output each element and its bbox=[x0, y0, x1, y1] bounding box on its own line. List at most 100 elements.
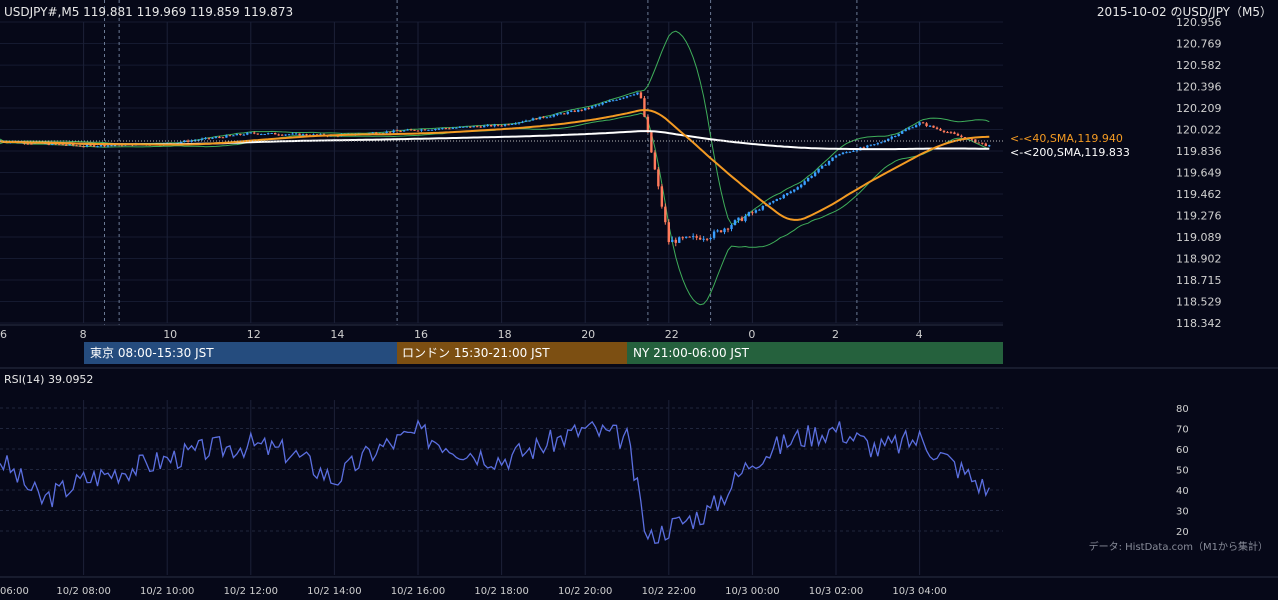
candle-body bbox=[984, 143, 987, 147]
candle-body bbox=[542, 116, 545, 118]
candle-body bbox=[653, 152, 657, 170]
candle-body bbox=[64, 144, 68, 146]
candle-body bbox=[786, 193, 789, 195]
candle-body bbox=[528, 120, 531, 122]
candle-body bbox=[761, 206, 765, 210]
candle-body bbox=[622, 97, 625, 99]
candle-body bbox=[214, 137, 218, 139]
candle-body bbox=[406, 129, 409, 131]
candle-body bbox=[113, 145, 117, 147]
session-tokyo-label: 東京 08:00-15:30 JST bbox=[90, 346, 214, 360]
candle-body bbox=[444, 128, 448, 130]
time-top-label: 14 bbox=[330, 328, 344, 341]
candle-body bbox=[723, 228, 726, 233]
candle-body bbox=[911, 127, 914, 129]
time-bottom-label: 10/3 02:00 bbox=[809, 586, 863, 597]
rsi-tick-label: 70 bbox=[1176, 425, 1189, 436]
candle-body bbox=[946, 132, 949, 134]
candle-body bbox=[260, 134, 263, 136]
candle-body bbox=[831, 157, 834, 161]
time-top-label: 2 bbox=[832, 328, 839, 341]
candle-body bbox=[758, 209, 761, 211]
candle-body bbox=[493, 124, 496, 127]
candle-body bbox=[921, 122, 925, 124]
candle-body bbox=[96, 146, 99, 148]
candle-body bbox=[907, 127, 911, 130]
candle-body bbox=[413, 129, 416, 131]
candle-body bbox=[385, 131, 388, 134]
candle-body bbox=[709, 237, 712, 240]
candle-body bbox=[751, 212, 754, 214]
candle-body bbox=[58, 144, 61, 146]
candle-body bbox=[664, 206, 667, 223]
candle-body bbox=[204, 137, 207, 139]
candle-body bbox=[869, 144, 873, 146]
candle-body bbox=[685, 236, 688, 238]
candle-body bbox=[817, 168, 820, 173]
candle-body bbox=[503, 124, 507, 126]
candle-body bbox=[639, 92, 643, 99]
candle-body bbox=[26, 143, 30, 145]
candle-body bbox=[726, 228, 730, 230]
candle-body bbox=[597, 104, 601, 106]
candle-body bbox=[448, 128, 451, 130]
candle-body bbox=[897, 133, 900, 136]
candle-body bbox=[409, 129, 413, 131]
rsi-tick-label: 50 bbox=[1176, 466, 1189, 477]
candle-body bbox=[925, 123, 928, 127]
candle-body bbox=[671, 239, 674, 243]
candle-body bbox=[740, 217, 744, 221]
candle-body bbox=[852, 150, 855, 152]
candle-body bbox=[960, 135, 963, 137]
price-tick-label: 118.902 bbox=[1176, 253, 1222, 266]
candle-body bbox=[691, 236, 695, 238]
candle-body bbox=[305, 134, 308, 136]
price-tick-label: 119.462 bbox=[1176, 188, 1222, 201]
candle-body bbox=[744, 216, 747, 221]
candle-body bbox=[298, 133, 301, 136]
candle-body bbox=[103, 144, 106, 147]
candle-body bbox=[249, 132, 252, 134]
candle-body bbox=[796, 187, 799, 190]
price-tick-label: 120.769 bbox=[1176, 38, 1222, 51]
candle-body bbox=[263, 133, 266, 135]
candle-body bbox=[894, 135, 897, 137]
candle-body bbox=[632, 94, 636, 96]
candle-body bbox=[510, 124, 514, 126]
candle-body bbox=[577, 109, 580, 112]
candle-body bbox=[545, 117, 549, 119]
candle-body bbox=[590, 106, 594, 109]
candle-body bbox=[482, 125, 486, 128]
candle-body bbox=[705, 238, 709, 240]
candle-body bbox=[650, 132, 653, 153]
candle-body bbox=[977, 142, 981, 144]
candle-body bbox=[221, 137, 225, 139]
candle-body bbox=[890, 136, 893, 139]
candle-body bbox=[674, 239, 677, 243]
candle-body bbox=[434, 129, 437, 131]
candle-body bbox=[810, 175, 813, 178]
candle-body bbox=[803, 181, 806, 185]
candle-body bbox=[423, 129, 427, 131]
time-top-label: 10 bbox=[163, 328, 177, 341]
candle-body bbox=[698, 237, 702, 240]
candle-body bbox=[507, 124, 510, 126]
candle-body bbox=[824, 164, 827, 166]
candle-body bbox=[695, 236, 698, 238]
candle-body bbox=[239, 134, 242, 136]
candle-body bbox=[106, 145, 110, 147]
rsi-tick-label: 60 bbox=[1176, 445, 1189, 456]
price-tick-label: 119.649 bbox=[1176, 167, 1222, 180]
candle-body bbox=[416, 130, 420, 132]
candle-body bbox=[465, 126, 468, 128]
candle-body bbox=[68, 144, 71, 146]
price-tick-label: 118.529 bbox=[1176, 295, 1222, 308]
candle-body bbox=[462, 126, 465, 128]
candle-body bbox=[559, 113, 563, 115]
candle-body bbox=[838, 154, 841, 156]
candle-body bbox=[211, 137, 214, 139]
candle-body bbox=[782, 194, 785, 199]
time-top-label: 0 bbox=[748, 328, 755, 341]
price-tick-label: 118.342 bbox=[1176, 317, 1222, 330]
candle-body bbox=[657, 169, 660, 187]
